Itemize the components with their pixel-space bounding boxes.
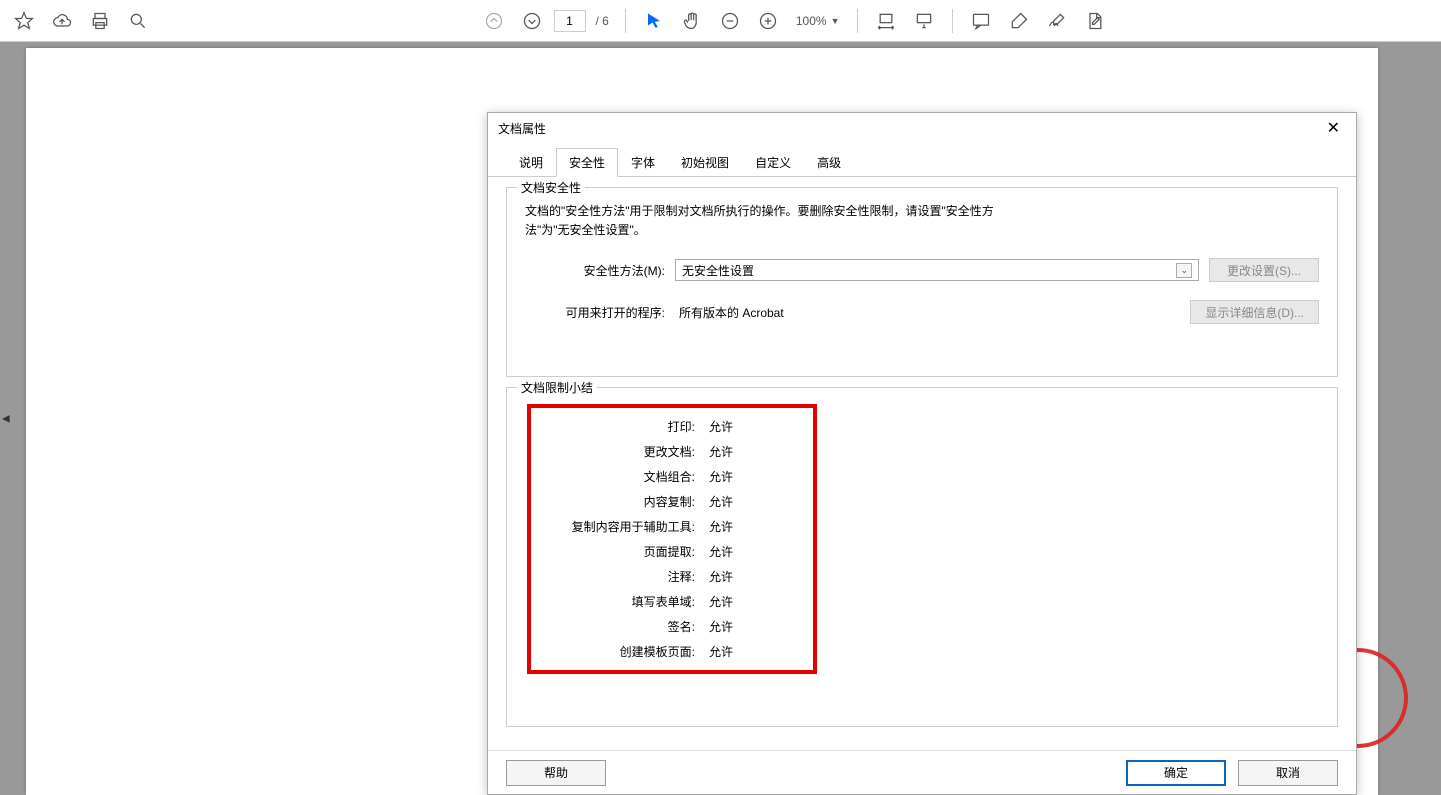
cloud-upload-icon[interactable]: [46, 5, 78, 37]
toolbar-center-group: / 6 100% ▼: [478, 5, 1112, 37]
signature-icon[interactable]: [1041, 5, 1073, 37]
fit-width-icon[interactable]: [870, 5, 902, 37]
open-with-label: 可用来打开的程序:: [525, 304, 665, 321]
zoom-value: 100%: [796, 14, 827, 28]
tab-initial-view[interactable]: 初始视图: [668, 148, 742, 177]
comment-icon[interactable]: [965, 5, 997, 37]
security-method-value: 无安全性设置: [682, 262, 754, 279]
restriction-row-sign: 签名:允许: [545, 618, 799, 635]
zoom-in-icon[interactable]: [752, 5, 784, 37]
tab-custom[interactable]: 自定义: [742, 148, 804, 177]
close-icon[interactable]: ✕: [1321, 116, 1346, 140]
restriction-row-form: 填写表单域:允许: [545, 593, 799, 610]
chevron-down-icon: ⌄: [1176, 263, 1192, 278]
chevron-down-icon: ▼: [831, 16, 840, 26]
restrictions-fieldset-legend: 文档限制小结: [517, 379, 597, 396]
dialog-title-text: 文档属性: [498, 120, 546, 137]
page-up-icon[interactable]: [478, 5, 510, 37]
zoom-select[interactable]: 100% ▼: [790, 14, 846, 28]
highlight-icon[interactable]: [1003, 5, 1035, 37]
restriction-row-accessibility: 复制内容用于辅助工具:允许: [545, 518, 799, 535]
restriction-row-print: 打印:允许: [545, 418, 799, 435]
security-method-select[interactable]: 无安全性设置 ⌄: [675, 259, 1199, 281]
page-down-icon[interactable]: [516, 5, 548, 37]
dialog-tabs: 说明 安全性 字体 初始视图 自定义 高级: [488, 147, 1356, 177]
open-with-row: 可用来打开的程序: 所有版本的 Acrobat 显示详细信息(D)...: [525, 300, 1319, 324]
tab-fonts[interactable]: 字体: [618, 148, 668, 177]
cancel-button[interactable]: 取消: [1238, 760, 1338, 786]
security-fieldset-legend: 文档安全性: [517, 179, 585, 196]
edit-pdf-icon[interactable]: [1079, 5, 1111, 37]
page-number-input[interactable]: [554, 10, 586, 32]
restrictions-highlight-box: 打印:允许 更改文档:允许 文档组合:允许 内容复制:允许 复制内容用于辅助工具…: [527, 404, 817, 674]
toolbar-divider: [625, 9, 626, 33]
fit-page-icon[interactable]: [908, 5, 940, 37]
toolbar-left-group: [8, 5, 154, 37]
change-settings-button: 更改设置(S)...: [1209, 258, 1319, 282]
zoom-out-icon[interactable]: [714, 5, 746, 37]
document-security-fieldset: 文档安全性 文档的"安全性方法"用于限制对文档所执行的操作。要删除安全性限制，请…: [506, 187, 1338, 377]
dialog-titlebar: 文档属性 ✕: [488, 113, 1356, 143]
print-icon[interactable]: [84, 5, 116, 37]
tab-description[interactable]: 说明: [506, 148, 556, 177]
restriction-row-copy: 内容复制:允许: [545, 493, 799, 510]
dialog-body: 文档安全性 文档的"安全性方法"用于限制对文档所执行的操作。要删除安全性限制，请…: [488, 177, 1356, 750]
help-button[interactable]: 帮助: [506, 760, 606, 786]
hand-tool-icon[interactable]: [676, 5, 708, 37]
restriction-row-template: 创建模板页面:允许: [545, 643, 799, 660]
tab-advanced[interactable]: 高级: [804, 148, 854, 177]
restriction-row-change: 更改文档:允许: [545, 443, 799, 460]
ok-button[interactable]: 确定: [1126, 760, 1226, 786]
toolbar-divider-2: [857, 9, 858, 33]
tab-security[interactable]: 安全性: [556, 148, 618, 177]
search-icon[interactable]: [122, 5, 154, 37]
show-details-button: 显示详细信息(D)...: [1190, 300, 1319, 324]
main-toolbar: / 6 100% ▼: [0, 0, 1441, 42]
document-properties-dialog: 文档属性 ✕ 说明 安全性 字体 初始视图 自定义 高级 文档安全性 文档的"安…: [487, 112, 1357, 795]
restrictions-fieldset: 文档限制小结 打印:允许 更改文档:允许 文档组合:允许 内容复制:允许 复制内…: [506, 387, 1338, 727]
star-icon[interactable]: [8, 5, 40, 37]
page-total-label: / 6: [592, 14, 613, 28]
dialog-footer: 帮助 确定 取消: [488, 750, 1356, 794]
open-with-value: 所有版本的 Acrobat: [675, 304, 1180, 321]
selection-tool-icon[interactable]: [638, 5, 670, 37]
restriction-row-comment: 注释:允许: [545, 568, 799, 585]
restriction-row-extract: 页面提取:允许: [545, 543, 799, 560]
restriction-row-assembly: 文档组合:允许: [545, 468, 799, 485]
security-description: 文档的"安全性方法"用于限制对文档所执行的操作。要删除安全性限制，请设置"安全性…: [525, 202, 1025, 240]
side-panel-handle[interactable]: ◀: [2, 413, 10, 424]
toolbar-divider-3: [952, 9, 953, 33]
security-method-row: 安全性方法(M): 无安全性设置 ⌄ 更改设置(S)...: [525, 258, 1319, 282]
security-method-label: 安全性方法(M):: [525, 262, 665, 279]
